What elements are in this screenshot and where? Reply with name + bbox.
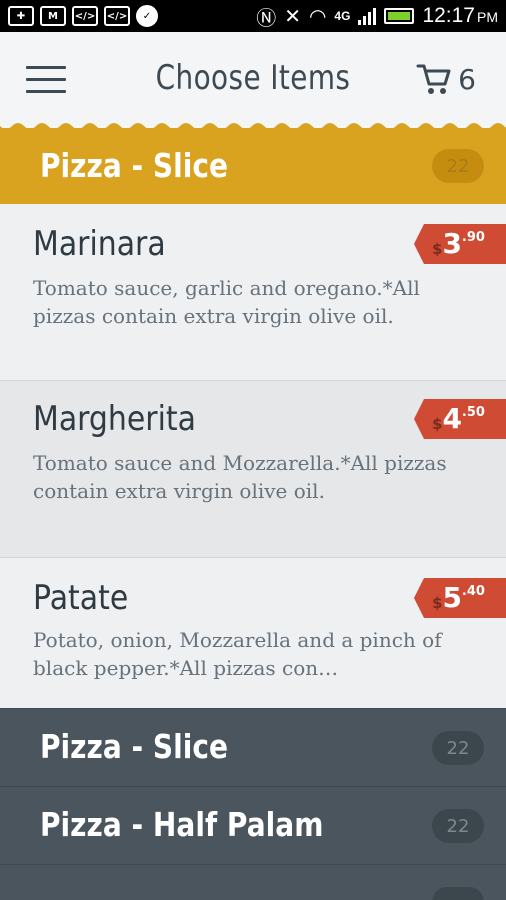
price-decimal: .40	[461, 584, 485, 599]
price-tag: $ 4 .50	[414, 399, 506, 439]
gmail-icon: M	[40, 6, 66, 26]
price-tag: $ 3 .90	[414, 224, 506, 264]
item-description: Tomato sauce and Mozzarella.*All pizzas …	[33, 451, 447, 503]
clock: 12:17 PM	[422, 4, 498, 28]
item-description: Tomato sauce, garlic and oregano.*All pi…	[33, 276, 420, 328]
add-icon: ✚	[8, 6, 34, 26]
clock-ampm: PM	[477, 9, 498, 25]
cart-icon	[416, 64, 451, 94]
price-int: 4	[442, 402, 462, 435]
battery-icon	[384, 8, 415, 24]
cart-count: 6	[458, 62, 476, 96]
price-int: 5	[442, 581, 462, 614]
status-bar: ✚ M </> </> ✓ Ⓝ ✕ ◠ 4G 12:17 PM	[0, 0, 506, 32]
menu-item[interactable]: Margherita $ 4 .50 Tomato sauce and Mozz…	[0, 381, 506, 558]
price-int: 3	[442, 227, 462, 260]
category-header-open[interactable]: Pizza - Slice 22	[0, 128, 506, 204]
category-title: Pizza - Slice	[40, 727, 229, 766]
item-name: Patate	[33, 578, 129, 618]
network-type: 4G	[334, 9, 351, 23]
category-title: Pizza - Half Palam	[40, 805, 324, 844]
category-header[interactable]: Pizza - Slice 22	[0, 708, 506, 786]
page-title: Choose Items	[155, 58, 351, 98]
price-decimal: .50	[461, 405, 485, 420]
category-header[interactable]: Pizza - Half Palam 22	[0, 786, 506, 864]
menu-item[interactable]: Marinara $ 3 .90 Tomato sauce, garlic an…	[0, 204, 506, 381]
system-icons: Ⓝ ✕ ◠ 4G 12:17 PM	[256, 4, 498, 30]
item-name: Marinara	[33, 224, 166, 264]
code-icon: </>	[104, 6, 130, 26]
wifi-icon: ◠	[308, 5, 327, 28]
chat-icon: ✓	[136, 5, 158, 27]
signal-icon	[358, 7, 377, 25]
clock-time: 12:17	[422, 4, 475, 27]
item-name: Margherita	[33, 399, 196, 439]
price-tag: $ 5 .40	[414, 578, 506, 618]
category-count-badge	[432, 887, 484, 900]
price-currency: $	[432, 415, 443, 433]
app-bar: Choose Items 6	[0, 32, 506, 128]
category-count-badge: 22	[432, 809, 484, 843]
price-currency: $	[432, 594, 443, 612]
price-decimal: .90	[461, 230, 485, 245]
mute-icon: ✕	[284, 5, 301, 28]
nfc-icon: Ⓝ	[256, 7, 277, 30]
menu-item[interactable]: Patate $ 5 .40 Potato, onion, Mozzarella…	[0, 558, 506, 710]
category-count-badge: 22	[432, 149, 484, 183]
notification-icons: ✚ M </> </> ✓	[8, 5, 158, 27]
category-count-badge: 22	[432, 731, 484, 765]
category-title: Pizza - Slice	[40, 146, 229, 185]
price-currency: $	[432, 240, 443, 258]
category-header[interactable]	[0, 864, 506, 900]
cart-button[interactable]: 6	[416, 62, 476, 96]
item-description: Potato, onion, Mozzarella and a pinch of…	[33, 628, 442, 680]
code-icon: </>	[72, 6, 98, 26]
